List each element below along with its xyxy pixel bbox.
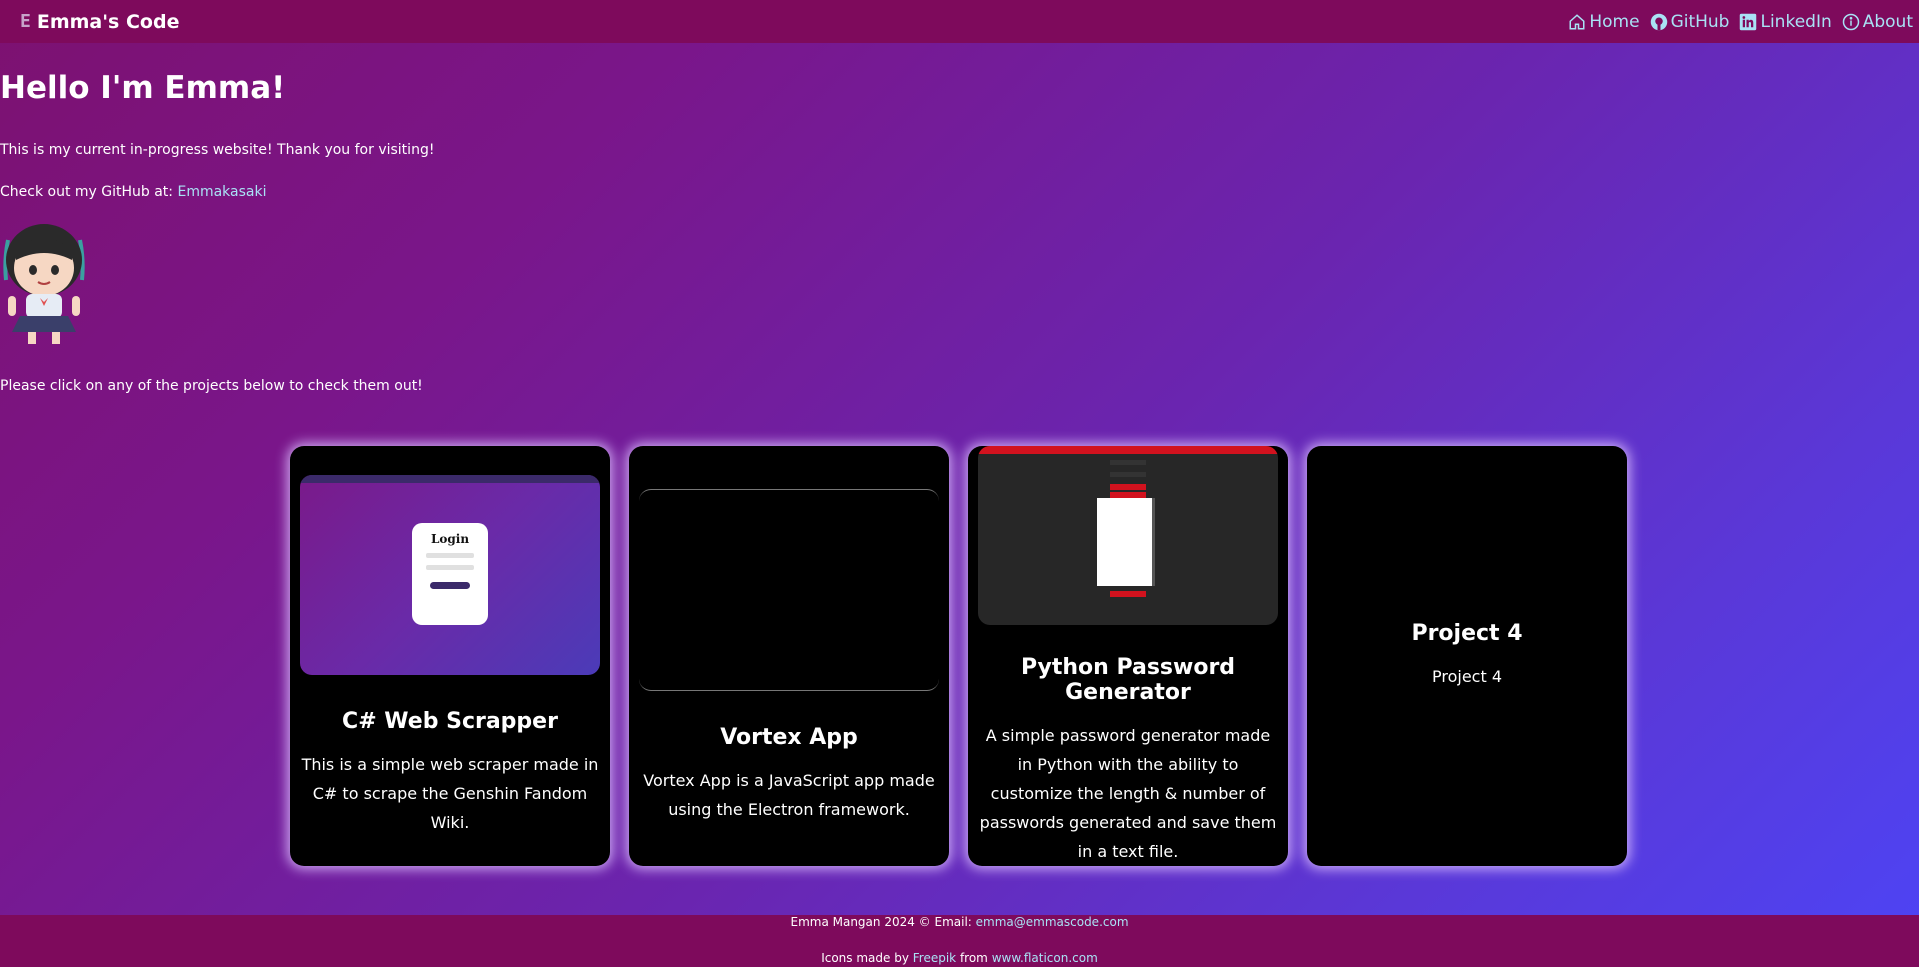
project-description: Project 4 <box>1431 667 1502 686</box>
github-line: Check out my GitHub at: Emmakasaki <box>0 184 266 200</box>
freepik-link[interactable]: Freepik <box>913 951 956 965</box>
nav-link-about[interactable]: About <box>1842 12 1913 32</box>
project-description: This is a simple web scraper made in C# … <box>301 755 599 832</box>
project-title: Project 4 <box>1411 621 1523 646</box>
nav-link-github[interactable]: GitHub <box>1650 11 1730 32</box>
projects-prompt: Please click on any of the projects belo… <box>0 378 423 394</box>
nav-link-label: GitHub <box>1670 11 1730 32</box>
github-prefix: Check out my GitHub at: <box>0 184 178 200</box>
footer-copyright: Emma Mangan 2024 © Email: emma@emmascode… <box>0 915 1919 929</box>
project-card-vortex-app[interactable]: Vortex App Vortex App is a JavaScript ap… <box>629 446 949 866</box>
project-title: C# Web Scrapper <box>342 709 558 734</box>
flaticon-link[interactable]: www.flaticon.com <box>992 951 1098 965</box>
credit-text: Icons made by <box>821 951 913 965</box>
project-screenshot <box>978 446 1278 625</box>
project-screenshot <box>639 488 939 691</box>
nav-link-home[interactable]: Home <box>1568 11 1640 32</box>
project-description: A simple password generator made in Pyth… <box>979 726 1277 861</box>
github-profile-link[interactable]: Emmakasaki <box>177 184 266 200</box>
credit-text-mid: from <box>956 951 992 965</box>
login-preview: Login <box>412 523 488 625</box>
project-screenshot: Login <box>300 475 600 675</box>
page-title: Hello I'm Emma! <box>0 70 286 106</box>
project-card-project-4[interactable]: Project 4 Project 4 <box>1307 446 1627 866</box>
github-icon <box>1650 13 1667 30</box>
brand[interactable]: E Emma's Code <box>20 11 179 33</box>
copyright-text: Emma Mangan 2024 © Email: <box>790 915 976 929</box>
project-cards: Login C# Web Scrapper This is a simple w… <box>290 446 1627 866</box>
brand-name[interactable]: Emma's Code <box>37 11 180 33</box>
nav-link-label: LinkedIn <box>1760 11 1832 32</box>
login-preview-title: Login <box>430 532 470 546</box>
brand-logo-icon: E <box>20 11 31 32</box>
navbar: E Emma's Code Home GitHub LinkedIn About <box>0 0 1919 43</box>
project-title: Python Password Generator <box>1020 655 1236 705</box>
nav-links: Home GitHub LinkedIn About <box>1558 12 1913 32</box>
home-icon <box>1569 13 1585 29</box>
info-icon <box>1842 13 1859 30</box>
footer-credits: Icons made by Freepik from www.flaticon.… <box>0 951 1919 965</box>
nav-link-linkedin[interactable]: LinkedIn <box>1739 11 1832 32</box>
project-card-web-scrapper[interactable]: Login C# Web Scrapper This is a simple w… <box>290 446 610 866</box>
nav-link-label: Home <box>1589 11 1640 32</box>
project-description: Vortex App is a JavaScript app made usin… <box>643 770 935 819</box>
project-card-password-generator[interactable]: Python Password Generator A simple passw… <box>968 446 1288 866</box>
nav-link-label: About <box>1862 11 1913 32</box>
avatar-image <box>3 224 85 344</box>
linkedin-icon <box>1740 13 1757 30</box>
email-link[interactable]: emma@emmascode.com <box>976 915 1129 929</box>
intro-text: This is my current in-progress website! … <box>0 142 435 158</box>
project-title: Vortex App <box>720 724 858 750</box>
footer: Emma Mangan 2024 © Email: emma@emmascode… <box>0 915 1919 967</box>
